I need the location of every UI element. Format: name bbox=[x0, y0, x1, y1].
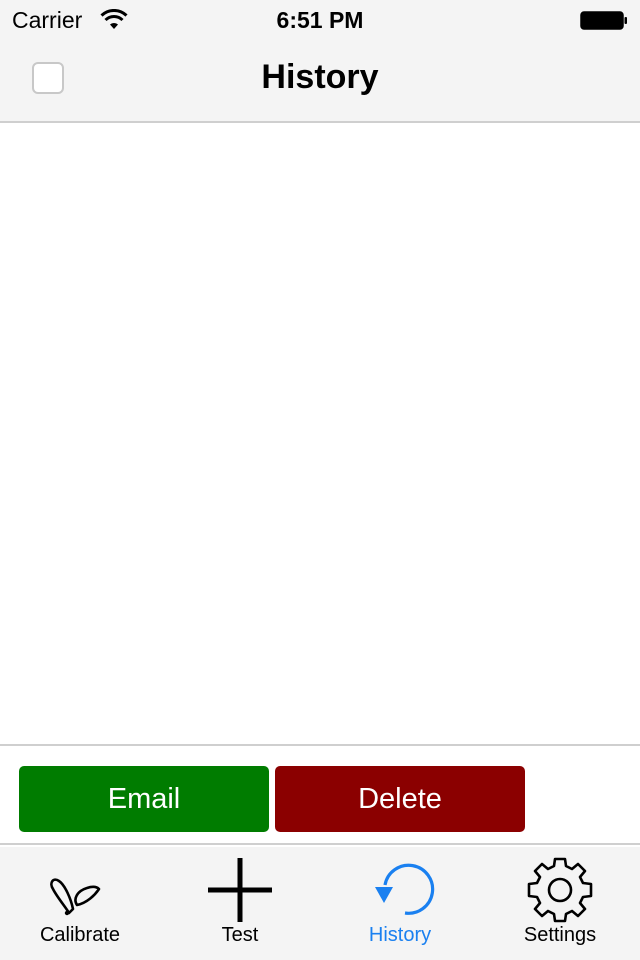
status-bar: Carrier 6:51 PM bbox=[0, 0, 640, 40]
action-bar: Email Delete bbox=[0, 744, 640, 845]
tab-test[interactable]: Test bbox=[160, 847, 320, 960]
history-list[interactable] bbox=[0, 125, 640, 744]
battery-full-icon bbox=[580, 11, 627, 30]
email-button[interactable]: Email bbox=[19, 766, 269, 832]
plus-icon bbox=[208, 858, 272, 922]
navigation-bar: History bbox=[0, 40, 640, 123]
tab-label: History bbox=[368, 924, 432, 946]
history-icon bbox=[375, 863, 435, 915]
sprout-icon bbox=[50, 878, 101, 916]
clock: 6:51 PM bbox=[276, 7, 364, 33]
tab-calibrate[interactable]: Calibrate bbox=[0, 847, 160, 960]
delete-button[interactable]: Delete bbox=[275, 766, 525, 832]
tab-settings[interactable]: Settings bbox=[480, 847, 640, 960]
gear-icon bbox=[527, 857, 593, 923]
tab-history[interactable]: History bbox=[320, 847, 480, 960]
tab-label: Settings bbox=[523, 924, 597, 946]
page-title: History bbox=[261, 58, 379, 96]
tab-label: Calibrate bbox=[39, 924, 121, 946]
tab-bar: Calibrate Test History Settings bbox=[0, 847, 640, 960]
tab-label: Test bbox=[221, 924, 259, 946]
